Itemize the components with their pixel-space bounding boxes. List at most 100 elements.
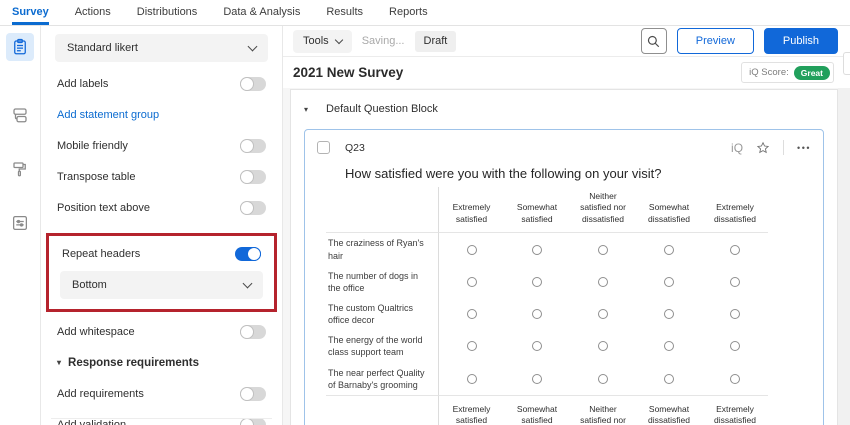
radio-option[interactable] <box>532 341 542 351</box>
options-top: Add labelsAdd statement groupMobile frie… <box>41 68 282 223</box>
repeat-headers-position-value: Bottom <box>72 279 107 291</box>
chevron-down-icon <box>334 35 342 43</box>
tab-survey[interactable]: Survey <box>12 0 49 25</box>
ellipsis-menu-icon[interactable]: ••• <box>797 143 811 153</box>
repeat-headers-toggle[interactable] <box>235 247 261 261</box>
matrix-column-header: Somewhat satisfied <box>504 187 570 233</box>
radio-option[interactable] <box>598 277 608 287</box>
repeat-headers-position-select[interactable]: Bottom <box>60 271 263 299</box>
top-nav: Survey Actions Distributions Data & Analysi… <box>0 0 850 26</box>
radio-option[interactable] <box>467 341 477 351</box>
tab-actions[interactable]: Actions <box>75 0 111 25</box>
radio-option[interactable] <box>664 277 674 287</box>
matrix-cell <box>504 363 570 395</box>
survey-canvas: ▾ Default Question Block Q23 iQ <box>283 88 850 425</box>
matrix-row-label: The near perfect Quality of Barnaby's gr… <box>326 363 438 395</box>
radio-option[interactable] <box>598 374 608 384</box>
chevron-down-icon <box>243 279 253 289</box>
position-text-above-label: Position text above <box>57 202 150 214</box>
options-bottom: Add whitespace ▾Response requirements Add … <box>41 316 282 425</box>
radio-option[interactable] <box>532 277 542 287</box>
tab-data-analysis[interactable]: Data & Analysis <box>223 0 300 25</box>
section-title: Response requirements <box>68 357 199 369</box>
toggle-knob <box>240 387 254 401</box>
survey-builder-icon[interactable] <box>6 33 34 61</box>
likert-matrix-table: Extremely satisfiedSomewhat satisfiedNei… <box>326 187 811 425</box>
matrix-column-header: Extremely dissatisfied <box>702 187 768 233</box>
add-whitespace-toggle[interactable] <box>240 325 266 339</box>
radio-option[interactable] <box>598 309 608 319</box>
radio-option[interactable] <box>730 245 740 255</box>
radio-option[interactable] <box>532 245 542 255</box>
question-type-select[interactable]: Standard likert <box>55 34 268 62</box>
transpose-table-label: Transpose table <box>57 171 135 183</box>
question-header: Q23 iQ ••• <box>317 140 811 155</box>
add-statement-group-link[interactable]: Add statement group <box>57 109 159 121</box>
question-checkbox[interactable] <box>317 141 330 154</box>
tools-menu-button[interactable]: Tools <box>293 30 352 53</box>
question-text[interactable]: How satisfied were you with the followin… <box>345 166 811 181</box>
look-and-feel-icon[interactable] <box>6 155 34 183</box>
radio-option[interactable] <box>467 245 477 255</box>
add-labels-toggle[interactable] <box>240 77 266 91</box>
matrix-cell <box>570 298 636 330</box>
radio-option[interactable] <box>532 309 542 319</box>
radio-option[interactable] <box>467 374 477 384</box>
matrix-column-header: Extremely dissatisfied <box>702 395 768 425</box>
survey-flow-icon[interactable] <box>6 101 34 129</box>
survey-title: 2021 New Survey <box>293 65 403 80</box>
radio-option[interactable] <box>730 341 740 351</box>
radio-option[interactable] <box>664 341 674 351</box>
radio-option[interactable] <box>598 245 608 255</box>
matrix-row-label: The number of dogs in the office <box>326 266 438 298</box>
radio-option[interactable] <box>730 277 740 287</box>
add-requirements-label: Add requirements <box>57 388 144 400</box>
radio-option[interactable] <box>598 341 608 351</box>
radio-option[interactable] <box>730 309 740 319</box>
tab-reports[interactable]: Reports <box>389 0 428 25</box>
mobile-friendly-toggle[interactable] <box>240 139 266 153</box>
draft-status-badge: Draft <box>415 31 457 52</box>
editor-toolbar: Tools Saving... Draft Preview Publish <box>283 26 850 57</box>
matrix-column-header: Extremely satisfied <box>438 395 504 425</box>
block-header[interactable]: ▾ Default Question Block <box>304 103 824 115</box>
search-button[interactable] <box>641 28 667 54</box>
matrix-cell <box>504 266 570 298</box>
matrix-cell <box>438 363 504 395</box>
response-requirements-row[interactable]: ▾Response requirements <box>41 347 282 378</box>
radio-option[interactable] <box>664 245 674 255</box>
publish-button[interactable]: Publish <box>764 28 838 54</box>
annotation-red-box: Repeat headers Bottom <box>46 233 277 312</box>
radio-option[interactable] <box>467 277 477 287</box>
iq-score-chip[interactable]: iQ Score: Great <box>741 62 834 83</box>
survey-options-icon[interactable] <box>6 209 34 237</box>
add-validation-row: Add validation <box>41 409 282 425</box>
matrix-corner-cell <box>326 395 438 425</box>
tab-distributions[interactable]: Distributions <box>137 0 198 25</box>
expert-review-iq-icon[interactable]: iQ <box>731 141 743 155</box>
transpose-table-toggle[interactable] <box>240 170 266 184</box>
right-gutter <box>838 88 850 425</box>
left-icon-rail <box>0 26 41 425</box>
transpose-table-row: Transpose table <box>41 161 282 192</box>
add-whitespace-label: Add whitespace <box>57 326 135 338</box>
matrix-column-header: Somewhat satisfied <box>504 395 570 425</box>
add-requirements-toggle[interactable] <box>240 387 266 401</box>
position-text-above-toggle[interactable] <box>240 201 266 215</box>
matrix-cell <box>636 330 702 362</box>
radio-option[interactable] <box>664 374 674 384</box>
tab-results[interactable]: Results <box>326 0 363 25</box>
radio-option[interactable] <box>467 309 477 319</box>
radio-option[interactable] <box>532 374 542 384</box>
toggle-knob <box>240 77 254 91</box>
add-validation-toggle[interactable] <box>240 418 266 425</box>
question-card[interactable]: Q23 iQ ••• How satisfied were you with t… <box>304 129 824 425</box>
radio-option[interactable] <box>730 374 740 384</box>
star-icon[interactable] <box>756 141 770 155</box>
caret-down-icon: ▾ <box>304 105 308 114</box>
preview-button[interactable]: Preview <box>677 28 754 54</box>
matrix-column-header: Extremely satisfied <box>438 187 504 233</box>
radio-option[interactable] <box>664 309 674 319</box>
side-panel-edge <box>843 52 850 75</box>
matrix-cell <box>702 330 768 362</box>
